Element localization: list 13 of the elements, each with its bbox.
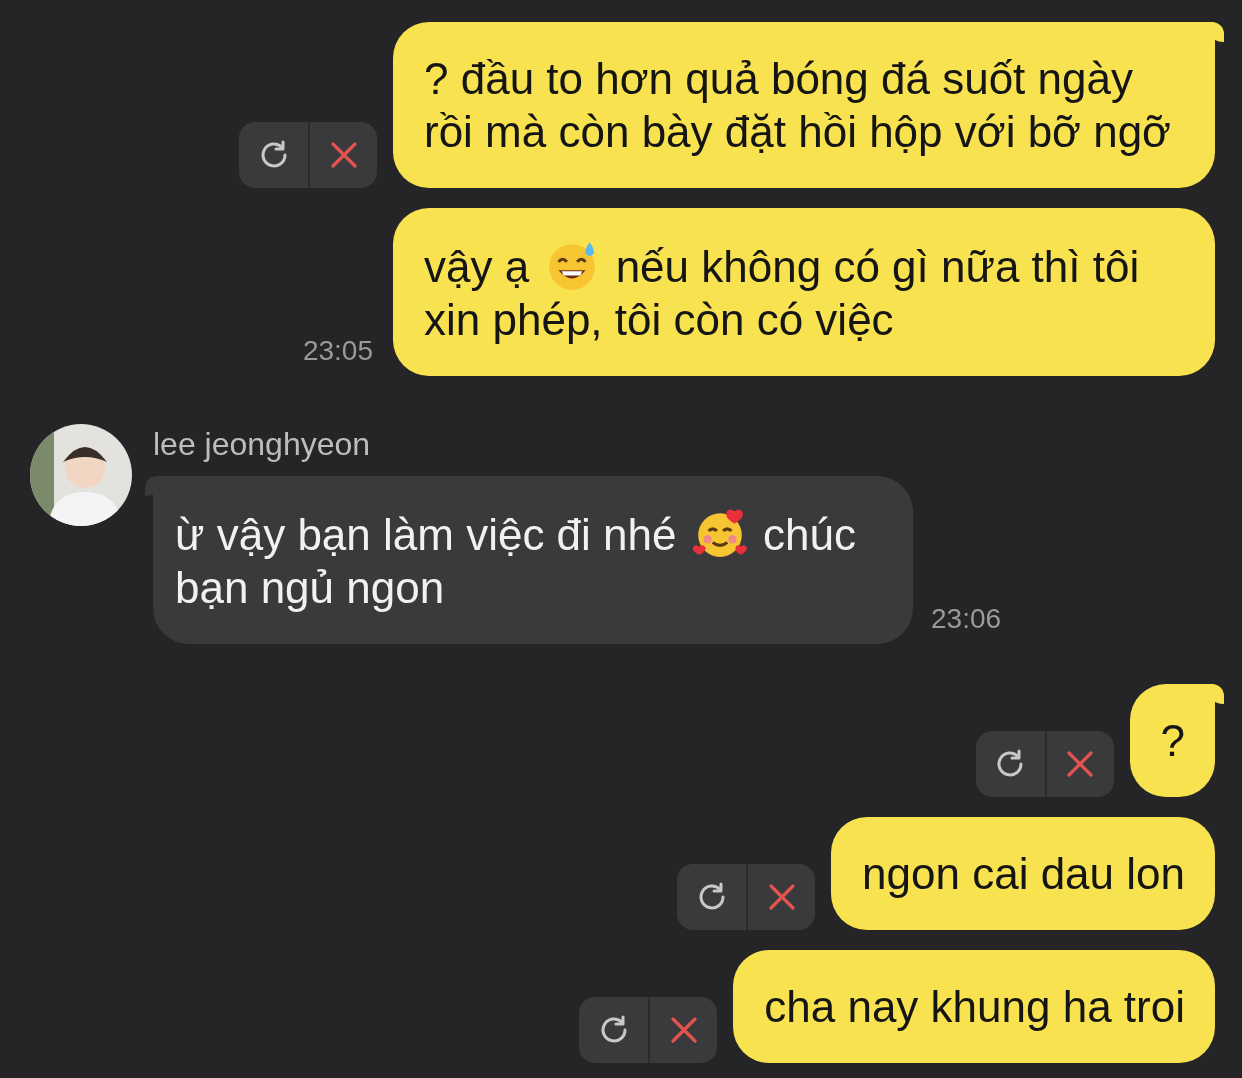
message-text: ? đầu to hơn quả bóng đá suốt ngày rồi mà còn bày đặt hồi hộp với bỡ ngỡ	[424, 54, 1171, 156]
message-text: vậy ạ nếu không có gì nữa thì tôi xin phép, tôi còn có việc	[424, 242, 1140, 344]
close-icon	[329, 141, 358, 169]
sender-name: lee jeonghyeon	[153, 425, 372, 464]
close-icon	[1066, 750, 1094, 778]
message-text: ngon cai dau lon	[862, 849, 1185, 898]
message-text: ừ vậy bạn làm việc đi nhé chúc bạn ngủ ngon	[175, 510, 856, 612]
message-time: 23:05	[302, 334, 373, 368]
message-time: 23:06	[931, 602, 1002, 636]
close-icon	[767, 883, 796, 911]
message-text: cha nay khung ha troi	[764, 982, 1185, 1031]
message-text: ?	[1160, 716, 1185, 765]
close-icon	[669, 1016, 698, 1044]
